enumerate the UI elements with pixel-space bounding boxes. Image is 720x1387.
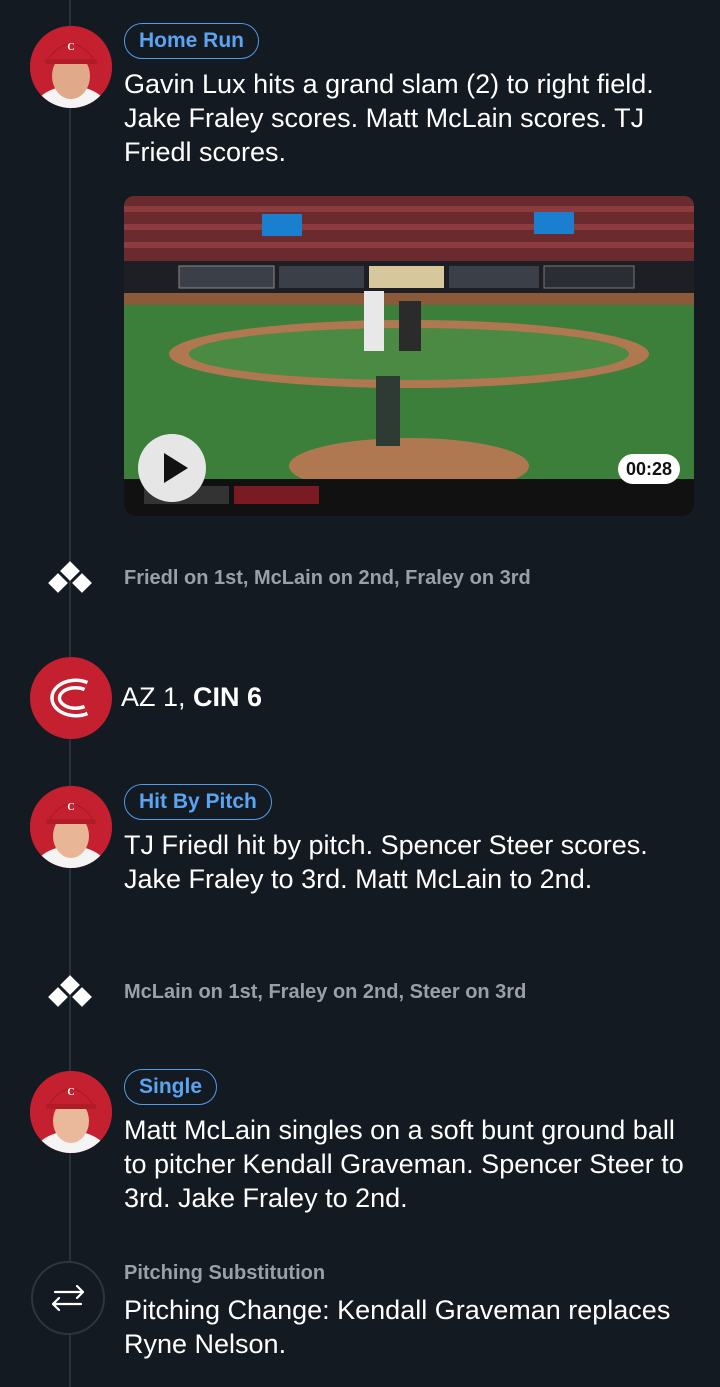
player-headshot-icon: C bbox=[30, 1071, 112, 1153]
highlight-video[interactable]: 00:28 bbox=[124, 196, 694, 516]
player-avatar[interactable]: C bbox=[30, 26, 112, 108]
play-description: TJ Friedl hit by pitch. Spencer Steer sc… bbox=[124, 830, 648, 894]
team-logo bbox=[30, 657, 112, 739]
player-avatar[interactable]: C bbox=[30, 786, 112, 868]
swap-arrows-icon bbox=[51, 1284, 85, 1312]
player-avatar[interactable]: C bbox=[30, 1071, 112, 1153]
video-thumbnail bbox=[124, 196, 694, 516]
play-button[interactable] bbox=[138, 434, 206, 502]
player-headshot-icon: C bbox=[30, 786, 112, 868]
play-type-badge: Home Run bbox=[124, 23, 259, 59]
cincinnati-reds-logo bbox=[50, 678, 89, 718]
player-headshot-icon: C bbox=[30, 26, 112, 108]
svg-text:C: C bbox=[67, 1087, 74, 1098]
play-description: Gavin Lux hits a grand slam (2) to right… bbox=[124, 69, 654, 167]
bases-icon bbox=[48, 975, 92, 1007]
runners-on-base: Friedl on 1st, McLain on 2nd, Fraley on … bbox=[124, 567, 531, 589]
play-description: Matt McLain singles on a soft bunt groun… bbox=[124, 1115, 684, 1213]
play-type-badge: Hit By Pitch bbox=[124, 784, 272, 820]
substitution-icon-wrapper bbox=[31, 1261, 105, 1335]
away-score: AZ 1, bbox=[121, 682, 186, 712]
home-score: CIN 6 bbox=[193, 682, 263, 712]
svg-text:C: C bbox=[67, 42, 74, 53]
runners-on-base: McLain on 1st, Fraley on 2nd, Steer on 3… bbox=[124, 981, 527, 1003]
play-description: Pitching Change: Kendall Graveman replac… bbox=[124, 1295, 671, 1359]
bases-icon bbox=[48, 561, 92, 593]
video-duration: 00:28 bbox=[617, 454, 680, 484]
svg-text:C: C bbox=[67, 802, 74, 813]
play-type-badge: Single bbox=[124, 1069, 218, 1105]
score-update: AZ 1, CIN 6 bbox=[121, 680, 262, 714]
play-type-label: Pitching Substitution bbox=[124, 1262, 326, 1284]
